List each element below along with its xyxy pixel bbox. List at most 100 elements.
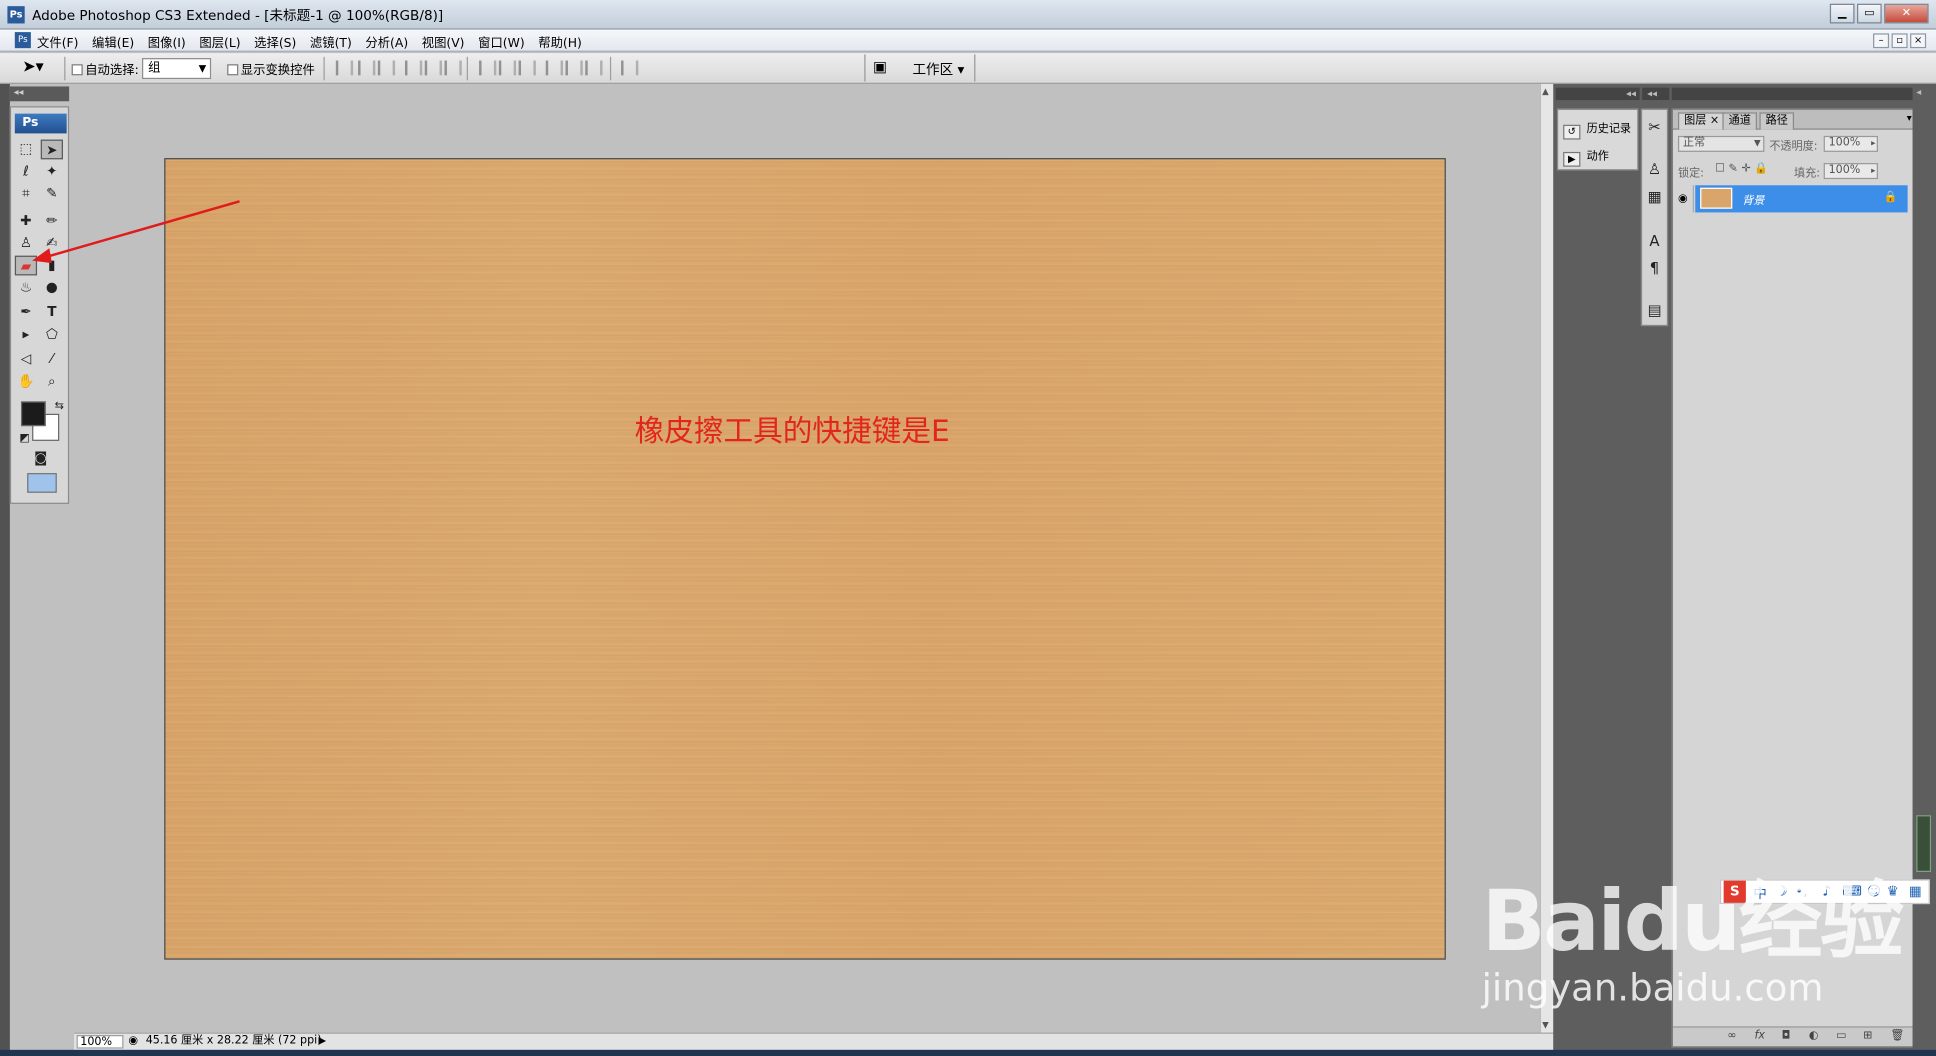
clone-stamp-tool-icon[interactable]: ♙ xyxy=(15,233,37,253)
icon-dock-header[interactable]: ◂◂ xyxy=(1642,87,1670,101)
align-hcenter-icon[interactable] xyxy=(424,60,443,76)
align-left-icon[interactable] xyxy=(404,60,423,76)
new-layer-icon[interactable]: ⊞ xyxy=(1863,1030,1872,1042)
add-mask-icon[interactable]: ◘ xyxy=(1782,1030,1791,1042)
collapse-dock-icon[interactable]: ◂◂ xyxy=(1626,88,1636,100)
fill-slider-icon[interactable]: ▸ xyxy=(1871,164,1875,178)
tab-layers[interactable]: 图层 × xyxy=(1677,112,1726,130)
swap-colors-icon[interactable]: ⇆ xyxy=(48,396,70,416)
maximize-button[interactable]: ▭ xyxy=(1856,3,1882,24)
zoom-field[interactable]: 100% xyxy=(76,1035,124,1049)
clone-source-icon[interactable]: ♙ xyxy=(1645,159,1665,179)
menu-window[interactable]: 窗口(W) xyxy=(478,32,525,51)
3d-rotate-tool-icon[interactable]: ◁ xyxy=(15,350,37,370)
distribute-bottom-icon[interactable] xyxy=(518,60,536,76)
close-button[interactable]: ✕ xyxy=(1884,3,1929,24)
side-widget-handle[interactable] xyxy=(1916,815,1932,872)
show-transform-checkbox[interactable]: 显示变换控件 xyxy=(227,59,315,78)
gradient-tool-icon[interactable]: ▮ xyxy=(41,256,63,276)
layer-style-fx-icon[interactable]: fx xyxy=(1755,1030,1765,1042)
screen-mode-icon[interactable] xyxy=(27,473,57,493)
scroll-up-icon[interactable]: ▲ xyxy=(1542,86,1549,96)
document-canvas[interactable]: 橡皮擦工具的快捷键是E xyxy=(164,158,1446,960)
menu-filter[interactable]: 滤镜(T) xyxy=(310,32,352,51)
distribute-left-icon[interactable] xyxy=(545,60,564,76)
tool-presets-icon[interactable]: ✂ xyxy=(1645,117,1665,137)
shape-tool-icon[interactable]: ⬠ xyxy=(41,325,63,345)
fill-field[interactable]: 100% ▸ xyxy=(1823,163,1878,180)
marquee-tool-icon[interactable]: ⬚ xyxy=(15,140,37,160)
close-tab-icon[interactable]: × xyxy=(1710,115,1719,127)
foreground-color-swatch[interactable] xyxy=(20,401,46,427)
path-selection-tool-icon[interactable]: ▸ xyxy=(15,325,37,345)
history-brush-tool-icon[interactable]: ✍ xyxy=(41,233,63,253)
tab-channels[interactable]: 通道 xyxy=(1722,112,1757,130)
ime-tools-icon[interactable]: ▦ xyxy=(1909,883,1922,899)
menu-file[interactable]: 文件(F) xyxy=(37,32,78,51)
zoom-tool-icon[interactable]: ⌕ xyxy=(41,372,63,392)
paragraph-panel-icon[interactable]: ¶ xyxy=(1645,258,1665,278)
collapse-icon[interactable]: ◂◂ xyxy=(14,86,24,97)
quick-mask-icon[interactable]: ◙ xyxy=(30,448,52,468)
history-panel-button[interactable]: ↺ 历史记录 xyxy=(1563,120,1631,140)
menu-analysis[interactable]: 分析(A) xyxy=(365,32,408,51)
brush-tool-icon[interactable]: ✏ xyxy=(41,211,63,231)
menu-edit[interactable]: 编辑(E) xyxy=(92,32,134,51)
menu-image[interactable]: 图像(I) xyxy=(148,32,186,51)
link-layers-icon[interactable]: ∞ xyxy=(1727,1030,1736,1042)
doc-restore-button[interactable]: ▫ xyxy=(1891,33,1908,49)
menu-select[interactable]: 选择(S) xyxy=(254,32,296,51)
move-tool-preset-icon[interactable]: ➤▾ xyxy=(22,58,44,77)
delete-layer-icon[interactable]: 🗑 xyxy=(1890,1030,1904,1042)
adjustment-layer-icon[interactable]: ◐ xyxy=(1809,1030,1819,1042)
magic-wand-tool-icon[interactable]: ✦ xyxy=(41,162,63,182)
distribute-top-icon[interactable] xyxy=(479,60,497,76)
auto-align-layers-icon[interactable] xyxy=(621,60,639,76)
status-menu-icon[interactable]: ◉ xyxy=(128,1035,138,1047)
menu-layer[interactable]: 图层(L) xyxy=(199,32,240,51)
workspace-button[interactable]: 工作区 ▾ xyxy=(912,59,964,79)
expand-dock-icon[interactable]: ◂◂ xyxy=(1647,88,1657,100)
move-tool-icon[interactable]: ➤ xyxy=(40,139,63,160)
blur-tool-icon[interactable]: ♨ xyxy=(15,278,37,298)
actions-panel-button[interactable]: ▶ 动作 xyxy=(1563,147,1609,167)
align-vcenter-icon[interactable] xyxy=(358,60,376,76)
auto-select-dropdown[interactable]: 组 ▼ xyxy=(141,58,212,80)
show-transform-checkbox-box[interactable] xyxy=(227,64,239,76)
slice-tool-icon[interactable]: ✎ xyxy=(41,184,63,204)
opacity-field[interactable]: 100% ▸ xyxy=(1823,135,1878,152)
distribute-hcenter-icon[interactable] xyxy=(565,60,583,76)
layers-dock-header[interactable]: ▸▸ xyxy=(1671,87,1934,101)
toolbox-handle[interactable]: ◂◂ xyxy=(9,86,70,102)
minimize-button[interactable]: ▁ xyxy=(1829,3,1855,24)
menu-help[interactable]: 帮助(H) xyxy=(538,32,582,51)
history-dock-header[interactable]: ◂◂ xyxy=(1555,87,1640,101)
align-bottom-icon[interactable] xyxy=(377,60,396,76)
ps-menu-icon[interactable]: Ps xyxy=(14,32,31,49)
lasso-tool-icon[interactable]: ℓ xyxy=(15,162,37,182)
layer-comps-icon[interactable]: ▤ xyxy=(1645,300,1665,320)
distribute-vcenter-icon[interactable] xyxy=(498,60,517,76)
new-group-icon[interactable]: ▭ xyxy=(1836,1030,1847,1042)
tab-paths[interactable]: 路径 xyxy=(1759,112,1795,130)
doc-minimize-button[interactable]: – xyxy=(1873,33,1890,49)
layer-row-background[interactable]: 背景 🔒 xyxy=(1695,185,1908,213)
layer-visibility-eye-icon[interactable]: ◉ xyxy=(1673,185,1695,213)
distribute-right-icon[interactable] xyxy=(585,60,603,76)
expand-right-dock-icon[interactable]: ◂ xyxy=(1916,86,1921,97)
pen-tool-icon[interactable]: ✒ xyxy=(15,303,37,323)
healing-brush-tool-icon[interactable]: ✚ xyxy=(15,211,37,231)
brushes-icon[interactable]: ▦ xyxy=(1645,187,1665,207)
default-colors-icon[interactable]: ◩ xyxy=(14,429,36,449)
crop-tool-icon[interactable]: ⌗ xyxy=(15,184,37,204)
auto-select-checkbox-box[interactable] xyxy=(71,64,83,76)
blend-mode-dropdown[interactable]: 正常 ▼ xyxy=(1677,135,1765,152)
bridge-icon[interactable]: ▣ xyxy=(873,58,887,75)
status-arrow-icon[interactable]: ▶ xyxy=(319,1035,327,1046)
scroll-down-icon[interactable]: ▼ xyxy=(1542,1020,1549,1030)
auto-select-checkbox[interactable]: 自动选择: xyxy=(71,59,139,78)
doc-close-button[interactable]: × xyxy=(1910,33,1927,49)
eyedropper-tool-icon[interactable]: ⁄ xyxy=(41,350,63,370)
align-right-icon[interactable] xyxy=(444,60,462,76)
align-top-icon[interactable] xyxy=(335,60,354,76)
